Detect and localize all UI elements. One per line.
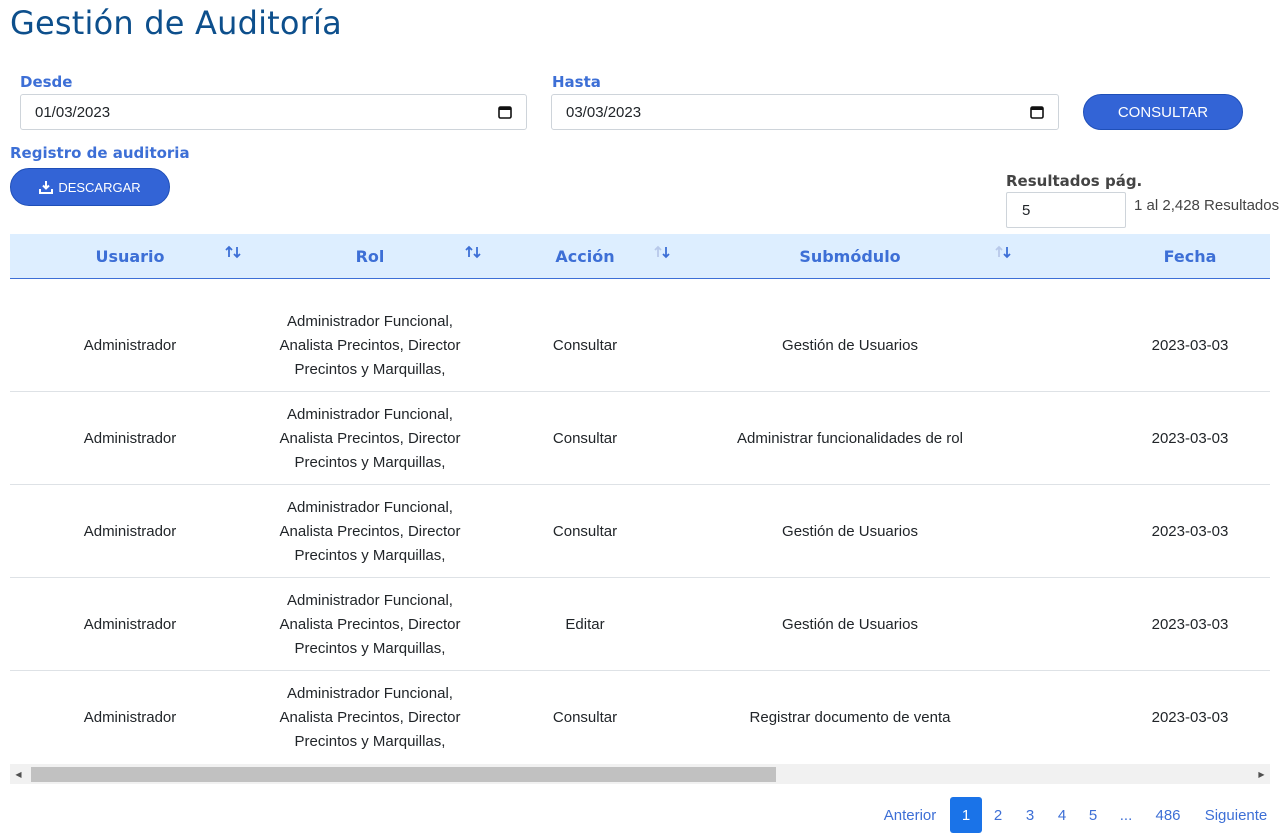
page-link-2[interactable]: 2 <box>987 797 1009 833</box>
page-link-3[interactable]: 3 <box>1019 797 1041 833</box>
cell-date: 2023-03-03 <box>1151 522 1229 540</box>
cell-date: 2023-03-03 <box>1151 708 1229 726</box>
cell-role: Administrador Funcional, Analista Precint… <box>250 299 490 392</box>
cell-submodule: Administrar funcionalidades de rol <box>737 429 963 447</box>
page-link-5[interactable]: 5 <box>1082 797 1104 833</box>
cell-date: 2023-03-03 <box>1151 429 1229 447</box>
cell-date: 2023-03-03 <box>1151 615 1229 633</box>
column-header-user[interactable]: Usuario <box>10 234 250 279</box>
role-line: Precintos y Marquillas, <box>294 546 446 564</box>
cell-user: Administrador <box>83 708 177 726</box>
download-icon <box>39 181 54 194</box>
table-row: Administrador Administrador Funcional, An… <box>10 392 1270 485</box>
role-line: Analista Precintos, Director <box>279 429 461 447</box>
scrollbar-thumb[interactable] <box>31 767 776 782</box>
sort-arrows-icon[interactable] <box>994 245 1012 259</box>
role-line: Precintos y Marquillas, <box>294 360 446 378</box>
sort-arrows-icon[interactable] <box>224 245 242 259</box>
from-date-value: 01/03/2023 <box>35 103 111 121</box>
role-line: Administrador Funcional, <box>287 498 453 516</box>
cell-action: Consultar <box>552 429 618 447</box>
cell-submodule: Gestión de Usuarios <box>782 336 918 354</box>
audit-table: Usuario Rol Acción Submódulo Fecha Admin… <box>10 234 1270 764</box>
from-date-label: Desde <box>20 73 73 91</box>
download-button-label: DESCARGAR <box>58 179 141 195</box>
page-link-486[interactable]: 486 <box>1150 797 1186 833</box>
cell-user: Administrador <box>83 522 177 540</box>
cell-user: Administrador <box>83 336 177 354</box>
to-date-value: 03/03/2023 <box>566 103 642 121</box>
cell-action: Consultar <box>552 336 618 354</box>
cell-user: Administrador <box>83 615 177 633</box>
table-header: Usuario Rol Acción Submódulo Fecha <box>10 234 1270 279</box>
table-row: Administrador Administrador Funcional, An… <box>10 578 1270 671</box>
role-line: Analista Precintos, Director <box>279 708 461 726</box>
cell-date: 2023-03-03 <box>1151 336 1229 354</box>
cell-user: Administrador <box>83 429 177 447</box>
consult-button[interactable]: CONSULTAR <box>1083 94 1243 130</box>
sort-arrows-icon[interactable] <box>464 245 482 259</box>
scroll-left-icon[interactable]: ◀ <box>10 764 27 784</box>
to-date-input[interactable]: 03/03/2023 <box>551 94 1059 130</box>
scroll-right-icon[interactable]: ▶ <box>1253 764 1270 784</box>
cell-action: Editar <box>565 615 605 633</box>
column-header-role[interactable]: Rol <box>250 234 490 279</box>
sort-arrows-icon[interactable] <box>653 245 671 259</box>
role-line: Analista Precintos, Director <box>279 615 461 633</box>
audit-section-label: Registro de auditoria <box>10 144 190 162</box>
cell-submodule: Registrar documento de venta <box>749 708 951 726</box>
calendar-icon[interactable] <box>1030 105 1044 119</box>
role-line: Precintos y Marquillas, <box>294 639 446 657</box>
page-title: Gestión de Auditoría <box>10 4 342 42</box>
cell-role: Administrador Funcional, Analista Precint… <box>250 671 490 764</box>
horizontal-scrollbar[interactable]: ◀ ▶ <box>10 764 1270 784</box>
role-line: Administrador Funcional, <box>287 684 453 702</box>
cell-role: Administrador Funcional, Analista Precint… <box>250 578 490 671</box>
role-line: Administrador Funcional, <box>287 405 453 423</box>
column-header-submodule[interactable]: Submódulo <box>680 234 1020 279</box>
next-page-link[interactable]: Siguiente <box>1200 797 1272 833</box>
role-line: Precintos y Marquillas, <box>294 453 446 471</box>
table-row: Administrador Administrador Funcional, An… <box>10 299 1270 392</box>
table-row: Administrador Administrador Funcional, An… <box>10 671 1270 764</box>
column-header-action[interactable]: Acción <box>490 234 680 279</box>
cell-action: Consultar <box>552 522 618 540</box>
role-line: Administrador Funcional, <box>287 312 453 330</box>
role-line: Administrador Funcional, <box>287 591 453 609</box>
page-link-4[interactable]: 4 <box>1051 797 1073 833</box>
table-row: Administrador Administrador Funcional, An… <box>10 485 1270 578</box>
cell-role: Administrador Funcional, Analista Precint… <box>250 392 490 485</box>
to-date-label: Hasta <box>552 73 601 91</box>
download-button[interactable]: DESCARGAR <box>10 168 170 206</box>
role-line: Precintos y Marquillas, <box>294 732 446 750</box>
column-header-date[interactable]: Fecha <box>1110 234 1270 279</box>
page-link-1[interactable]: 1 <box>950 797 982 833</box>
cell-action: Consultar <box>552 708 618 726</box>
calendar-icon[interactable] <box>498 105 512 119</box>
previous-page-link[interactable]: Anterior <box>878 797 942 833</box>
role-line: Analista Precintos, Director <box>279 336 461 354</box>
results-count: 1 al 2,428 Resultados <box>1134 197 1280 214</box>
results-per-page-label: Resultados pág. <box>1006 172 1143 190</box>
pagination-ellipsis: ... <box>1119 806 1133 824</box>
role-line: Analista Precintos, Director <box>279 522 461 540</box>
from-date-input[interactable]: 01/03/2023 <box>20 94 527 130</box>
cell-submodule: Gestión de Usuarios <box>782 615 918 633</box>
pagination: Anterior 1 2 3 4 5 ... 486 Siguiente <box>0 797 1283 833</box>
results-per-page-input[interactable]: 5 <box>1006 192 1126 228</box>
cell-submodule: Gestión de Usuarios <box>782 522 918 540</box>
cell-role: Administrador Funcional, Analista Precint… <box>250 485 490 578</box>
